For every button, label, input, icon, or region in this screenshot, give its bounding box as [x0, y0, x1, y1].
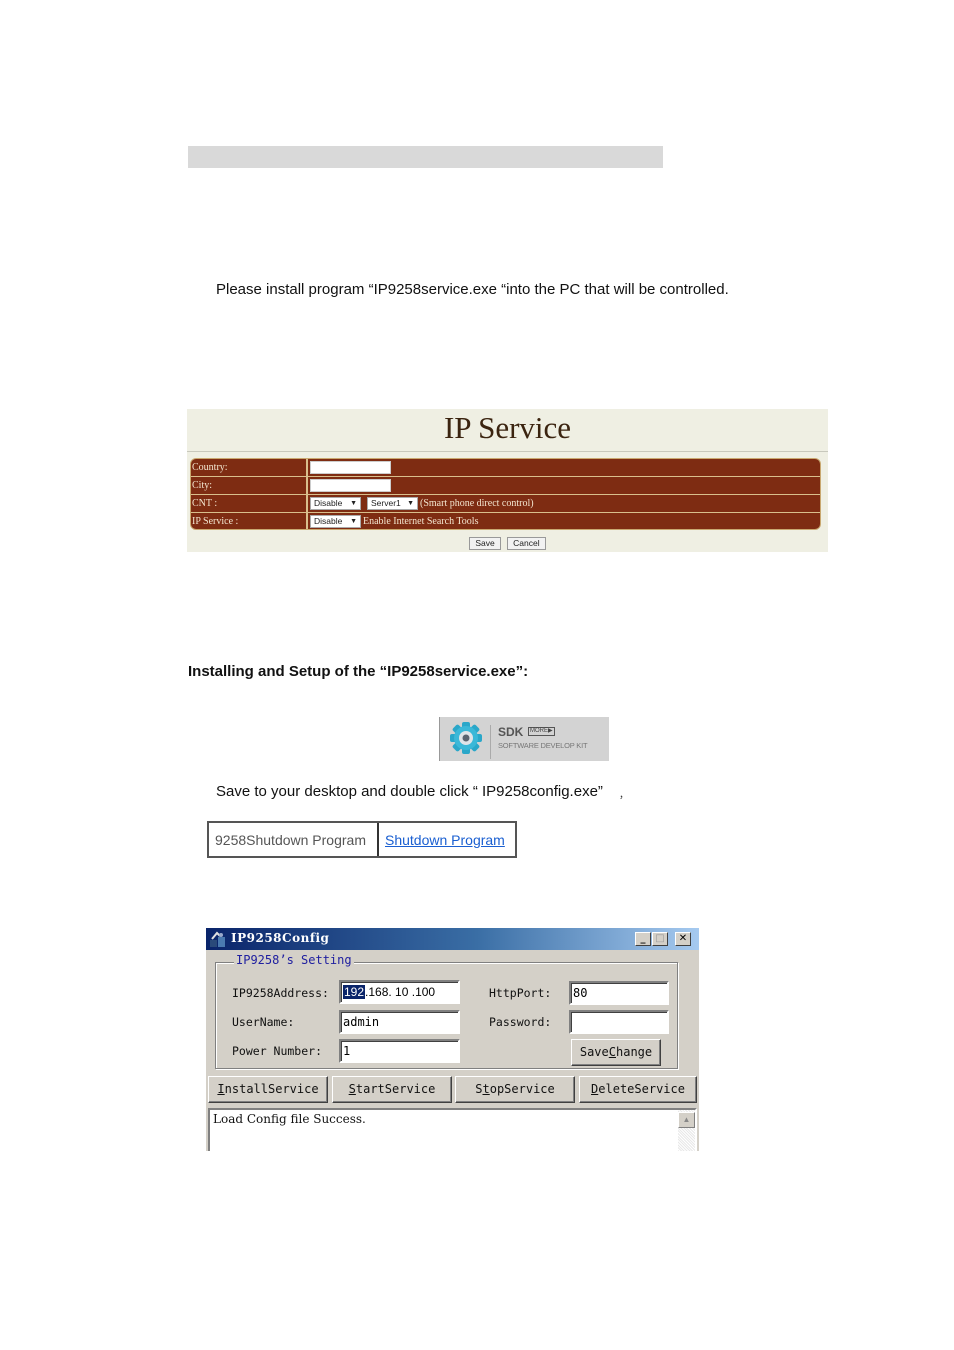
stop-service-button[interactable]: StopService: [455, 1076, 575, 1103]
save-change-label: Save: [579, 1045, 609, 1059]
column-separator: [306, 477, 308, 494]
gear-icon: [450, 722, 482, 754]
ip-service-form: Country: City: CNT : Disable ▼ Server1 ▼ (…: [190, 458, 821, 530]
password-label: Password:: [489, 1015, 552, 1029]
dropdown-arrow-icon: ▼: [407, 500, 414, 507]
app-icon: [210, 931, 225, 947]
install-accel: I: [217, 1082, 225, 1096]
save-change-label-rest: hange: [616, 1045, 653, 1059]
column-separator: [306, 495, 308, 512]
delete-label: eleteService: [598, 1082, 685, 1096]
settings-group-label: IP9258’s Setting: [234, 953, 354, 967]
sdk-subtitle: SOFTWARE DEVELOP KIT: [498, 741, 588, 750]
ip-octet-3: . 10: [388, 985, 409, 999]
ip-service-value: Disable: [314, 516, 343, 526]
start-service-button[interactable]: StartService: [332, 1076, 452, 1103]
dropdown-arrow-icon: ▼: [350, 518, 357, 525]
vertical-scrollbar[interactable]: ▲: [678, 1110, 695, 1151]
address-label: IP9258Address:: [232, 986, 329, 1000]
cnt-mode-select[interactable]: Disable ▼: [310, 497, 361, 510]
divider: [490, 725, 491, 759]
program-name: 9258Shutdown Program: [209, 823, 379, 856]
sdk-title: SDK: [498, 725, 524, 739]
more-link[interactable]: MORE▶: [528, 727, 555, 736]
save-button[interactable]: Save: [469, 537, 501, 550]
install-label: nstallService: [224, 1082, 319, 1096]
dropdown-arrow-icon: ▼: [350, 500, 357, 507]
cnt-server-select[interactable]: Server1 ▼: [367, 497, 418, 510]
cancel-button[interactable]: Cancel: [507, 537, 546, 550]
shutdown-program-link[interactable]: Shutdown Program: [379, 823, 515, 856]
cnt-note: (Smart phone direct control): [420, 498, 534, 509]
minimize-button[interactable]: _: [635, 932, 651, 946]
username-label: UserName:: [232, 1015, 295, 1029]
ip-octet-2: .168: [365, 985, 389, 999]
form-buttons: Save Cancel: [187, 533, 828, 551]
shutdown-program-table: 9258Shutdown Program Shutdown Program: [207, 821, 517, 858]
start-label: tartService: [355, 1082, 436, 1096]
cnt-label: CNT :: [192, 498, 218, 509]
ip-octet-4: .100: [408, 985, 436, 999]
ip-service-panel: IP Service Country: City: CNT : Disable ▼…: [187, 409, 828, 552]
column-separator: [306, 459, 308, 476]
save-change-button[interactable]: SaveChange: [571, 1039, 661, 1066]
window-title: IP9258Config: [231, 931, 330, 945]
save-change-accel: C: [608, 1045, 616, 1059]
username-input[interactable]: admin: [339, 1010, 460, 1034]
scroll-up-arrow-icon[interactable]: ▲: [678, 1112, 695, 1128]
power-number-label: Power Number:: [232, 1044, 323, 1058]
country-input[interactable]: [310, 461, 391, 474]
start-accel: S: [348, 1082, 356, 1096]
log-output[interactable]: Load Config file Success. ▲: [208, 1108, 697, 1151]
password-input[interactable]: [569, 1010, 669, 1034]
ip-address-input[interactable]: 192.168. 10 .100: [339, 980, 460, 1004]
save-instruction: Save to your desktop and double click “ …: [216, 783, 603, 800]
log-message: Load Config file Success.: [213, 1112, 366, 1126]
minimize-icon: _: [640, 933, 646, 944]
section-header-bar: [188, 146, 663, 168]
maximize-button[interactable]: □: [652, 932, 668, 946]
power-number-input[interactable]: 1: [339, 1039, 460, 1063]
close-button[interactable]: ✕: [675, 932, 691, 946]
stop-accel: t: [482, 1082, 490, 1096]
stop-label: opService: [489, 1082, 555, 1096]
row-ip-service: IP Service : Disable ▼ Enable Internet Se…: [191, 513, 820, 529]
close-icon: ✕: [678, 933, 688, 944]
delete-service-button[interactable]: DeleteService: [579, 1076, 697, 1103]
ip-service-label: IP Service :: [192, 516, 239, 527]
divider: [187, 451, 828, 452]
ip9258config-window: IP9258Config _ □ ✕ IP9258’s Setting IP92…: [206, 928, 699, 1151]
title-bar[interactable]: IP9258Config: [206, 928, 699, 950]
setup-heading: Installing and Setup of the “IP9258servi…: [188, 663, 529, 680]
row-cnt: CNT : Disable ▼ Server1 ▼ (Smart phone dir…: [191, 495, 820, 513]
cnt-server-value: Server1: [371, 498, 401, 508]
ip-service-select[interactable]: Disable ▼: [310, 515, 361, 528]
maximize-icon: □: [655, 933, 665, 944]
row-city: City:: [191, 477, 820, 495]
row-country: Country:: [191, 459, 820, 477]
ip-service-title: IP Service: [443, 410, 572, 445]
cnt-mode-value: Disable: [314, 498, 343, 508]
install-instruction: Please install program “IP9258service.ex…: [216, 281, 729, 298]
ip-service-note: Enable Internet Search Tools: [363, 516, 479, 527]
country-label: Country:: [192, 462, 228, 473]
install-service-button[interactable]: InstallService: [208, 1076, 328, 1103]
city-input[interactable]: [310, 479, 391, 492]
sdk-download-badge[interactable]: SDK MORE▶ SOFTWARE DEVELOP KIT: [439, 717, 609, 761]
column-separator: [306, 513, 308, 529]
httpport-input[interactable]: 80: [569, 981, 669, 1005]
city-label: City:: [192, 480, 213, 491]
ip-octet-1: 192: [343, 985, 366, 999]
punctuation: ，: [619, 790, 629, 801]
httpport-label: HttpPort:: [489, 986, 552, 1000]
